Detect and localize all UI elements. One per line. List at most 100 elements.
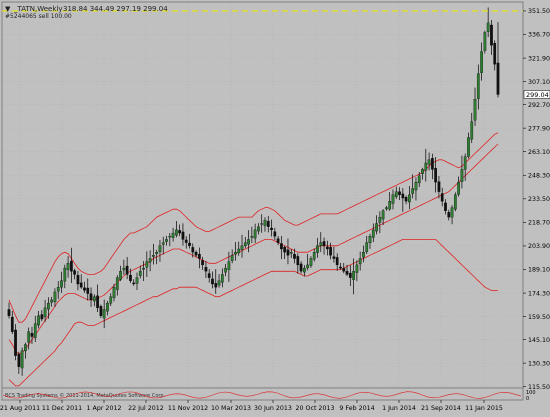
- y-tick-label: 307.10: [528, 79, 550, 86]
- candle-body: [263, 220, 267, 226]
- candle-body: [460, 169, 464, 182]
- y-tick-label: 351.50: [528, 8, 550, 15]
- candle-body: [132, 282, 136, 285]
- candle-body: [161, 242, 165, 245]
- candle-body: [171, 232, 175, 238]
- candle-body: [490, 24, 493, 46]
- candle-body: [421, 169, 424, 174]
- candle-body: [394, 191, 398, 197]
- candle-body: [217, 280, 221, 286]
- indicator-label: BCS Trading Systems © 2011-2014, MetaQuo…: [5, 392, 166, 399]
- candle-body: [319, 242, 323, 246]
- y-tick-label: 130.30: [528, 360, 550, 367]
- candle-body: [47, 302, 50, 310]
- dropdown-arrow-icon[interactable]: ▼: [5, 5, 11, 13]
- candle-body: [247, 239, 250, 245]
- candle-body: [56, 287, 60, 292]
- candle-body: [434, 168, 437, 183]
- candle-body: [63, 267, 67, 282]
- candle-body: [10, 316, 14, 332]
- candle-body: [293, 254, 296, 259]
- candle-body: [178, 230, 182, 234]
- candle-body: [444, 202, 447, 211]
- candle-body: [20, 350, 24, 369]
- candle-body: [250, 236, 254, 238]
- y-tick-label: 248.30: [528, 172, 550, 179]
- candle-body: [145, 261, 149, 268]
- candle-body: [53, 291, 57, 303]
- candle-body: [447, 212, 451, 218]
- candle-body: [70, 260, 73, 272]
- candle-body: [125, 265, 129, 275]
- candle-body: [40, 314, 44, 320]
- candle-body: [342, 268, 346, 272]
- candle-body: [257, 226, 260, 232]
- candle-body: [329, 247, 332, 256]
- candle-body: [106, 302, 109, 312]
- candle-body: [365, 242, 369, 252]
- chart-window[interactable]: #5244065 sell 100.00 ▼ _TATN,Weekly 318.…: [0, 0, 550, 413]
- candle-body: [43, 307, 47, 318]
- candle-body: [316, 245, 319, 253]
- candle-body: [266, 221, 270, 227]
- candle-body: [417, 175, 421, 184]
- x-tick-label: 21 Aug 2011: [0, 405, 40, 412]
- candle-body: [50, 299, 54, 303]
- y-tick-label: 233.50: [528, 196, 550, 203]
- candle-body: [184, 239, 188, 243]
- candle-body: [332, 256, 336, 259]
- y-tick-label: 336.70: [528, 32, 550, 39]
- candle-body: [375, 223, 378, 232]
- x-tick-label: 9 Feb 2014: [339, 405, 374, 412]
- candle-body: [158, 245, 162, 253]
- candle-body: [96, 295, 99, 309]
- x-tick-label: 11 Dec 2011: [42, 405, 82, 412]
- candle-body: [24, 344, 27, 352]
- y-tick-label: 145.10: [528, 337, 550, 344]
- x-tick-label: 21 Sep 2014: [421, 405, 461, 412]
- candle-body: [73, 270, 76, 275]
- candle-body: [476, 73, 480, 99]
- candle-body: [102, 309, 106, 319]
- candle-body: [299, 263, 303, 272]
- candle-body: [129, 274, 132, 281]
- price-chart[interactable]: #5244065 sell 100.00 ▼ _TATN,Weekly 318.…: [0, 0, 550, 413]
- candle-body: [440, 193, 444, 202]
- candle-body: [339, 266, 342, 269]
- candle-body: [467, 137, 470, 157]
- x-tick-label: 10 Mar 2013: [211, 405, 251, 412]
- y-tick-label: 218.70: [528, 220, 550, 227]
- candle-body: [214, 283, 218, 288]
- candle-body: [391, 194, 395, 204]
- candle-body: [240, 245, 244, 250]
- x-tick-label: 1 Apr 2012: [87, 405, 122, 412]
- candle-body: [109, 296, 113, 304]
- y-tick-label: 203.90: [528, 243, 550, 250]
- candle-body: [66, 263, 70, 270]
- symbol-timeframe: _TATN,Weekly: [13, 5, 62, 13]
- candle-body: [194, 251, 198, 256]
- chart-background: [0, 0, 550, 413]
- candle-body: [27, 331, 31, 343]
- candle-body: [207, 273, 211, 278]
- candle-body: [385, 207, 388, 210]
- candle-body: [398, 191, 401, 195]
- candle-body: [17, 354, 21, 367]
- candle-body: [378, 216, 382, 223]
- y-tick-label: 277.90: [528, 125, 550, 132]
- candle-body: [473, 99, 477, 121]
- candle-body: [197, 254, 201, 259]
- x-tick-label: 11 Jan 2015: [465, 405, 503, 412]
- candle-body: [345, 271, 349, 275]
- candle-body: [220, 274, 224, 283]
- candle-body: [358, 258, 362, 265]
- candle-body: [253, 229, 257, 239]
- candle-body: [371, 229, 375, 238]
- candle-body: [480, 51, 483, 73]
- candle-body: [496, 62, 500, 95]
- candle-body: [309, 258, 313, 266]
- candle-body: [286, 249, 290, 256]
- candle-body: [76, 274, 80, 285]
- candle-body: [404, 197, 408, 202]
- candle-body: [306, 264, 310, 269]
